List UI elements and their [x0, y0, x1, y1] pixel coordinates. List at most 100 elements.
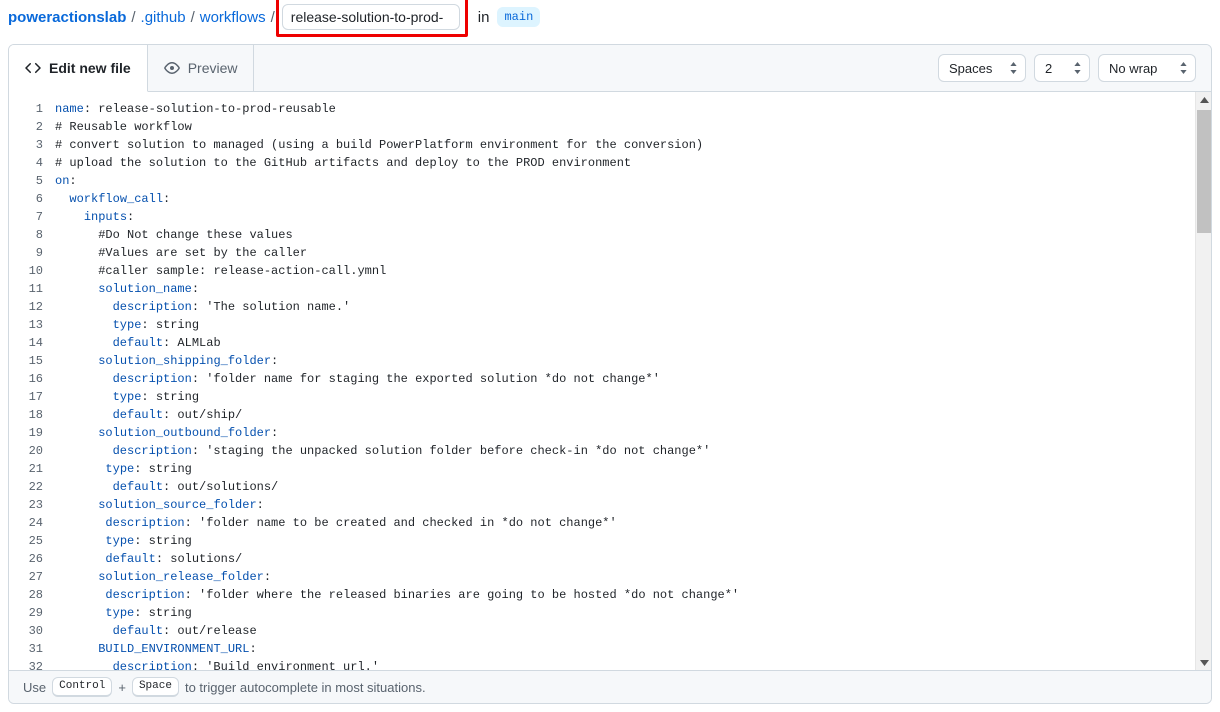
- line-content[interactable]: workflow_call:: [55, 190, 1195, 208]
- line-content[interactable]: type: string: [55, 316, 1195, 334]
- line-content[interactable]: type: string: [55, 532, 1195, 550]
- line-number: 1: [9, 100, 55, 118]
- line-number: 28: [9, 586, 55, 604]
- line-content[interactable]: BUILD_ENVIRONMENT_URL:: [55, 640, 1195, 658]
- line-content[interactable]: #caller sample: release-action-call.ymnl: [55, 262, 1195, 280]
- indent-mode-select[interactable]: Spaces: [938, 54, 1026, 82]
- line-number: 26: [9, 550, 55, 568]
- line-content[interactable]: default: ALMLab: [55, 334, 1195, 352]
- code-token-pln: [55, 318, 113, 332]
- code-token-pln: [55, 534, 105, 548]
- code-line: 13 type: string: [9, 316, 1195, 334]
- line-content[interactable]: name: release-solution-to-prod-reusable: [55, 100, 1195, 118]
- line-number: 19: [9, 424, 55, 442]
- code-token-pln: [55, 498, 98, 512]
- breadcrumb-dir-workflows[interactable]: workflows: [200, 9, 266, 26]
- line-content[interactable]: # convert solution to managed (using a b…: [55, 136, 1195, 154]
- line-content[interactable]: type: string: [55, 460, 1195, 478]
- code-token-key: description: [105, 588, 184, 602]
- line-content[interactable]: inputs:: [55, 208, 1195, 226]
- code-line: 5on:: [9, 172, 1195, 190]
- line-content[interactable]: on:: [55, 172, 1195, 190]
- code-line: 19 solution_outbound_folder:: [9, 424, 1195, 442]
- line-content[interactable]: description: 'folder name to be created …: [55, 514, 1195, 532]
- tab-edit-new-file-label: Edit new file: [49, 60, 131, 76]
- code-token-pln: :: [264, 570, 271, 584]
- line-content[interactable]: solution_shipping_folder:: [55, 352, 1195, 370]
- code-line: 3# convert solution to managed (using a …: [9, 136, 1195, 154]
- vertical-scrollbar[interactable]: [1195, 92, 1211, 670]
- line-number: 18: [9, 406, 55, 424]
- line-content[interactable]: solution_outbound_folder:: [55, 424, 1195, 442]
- line-content[interactable]: #Do Not change these values: [55, 226, 1195, 244]
- code-token-pln: [55, 354, 98, 368]
- line-number: 7: [9, 208, 55, 226]
- line-content[interactable]: default: solutions/: [55, 550, 1195, 568]
- code-token-pln: : 'Build environment url.': [192, 660, 379, 670]
- line-content[interactable]: solution_source_folder:: [55, 496, 1195, 514]
- code-token-pln: [55, 408, 113, 422]
- line-content[interactable]: description: 'Build environment url.': [55, 658, 1195, 670]
- scroll-up-arrow-icon[interactable]: [1196, 92, 1211, 108]
- line-content[interactable]: solution_name:: [55, 280, 1195, 298]
- code-token-pln: [55, 282, 98, 296]
- line-number: 25: [9, 532, 55, 550]
- breadcrumb-dir-github[interactable]: .github: [141, 9, 186, 26]
- code-token-pln: :: [257, 498, 264, 512]
- code-lines-container[interactable]: 1name: release-solution-to-prod-reusable…: [9, 92, 1195, 670]
- code-token-key: description: [113, 300, 192, 314]
- code-token-pln: [55, 552, 105, 566]
- code-token-pln: [55, 570, 98, 584]
- code-line: 27 solution_release_folder:: [9, 568, 1195, 586]
- line-content[interactable]: # Reusable workflow: [55, 118, 1195, 136]
- code-line: 4# upload the solution to the GitHub art…: [9, 154, 1195, 172]
- line-content[interactable]: #Values are set by the caller: [55, 244, 1195, 262]
- line-content[interactable]: description: 'folder name for staging th…: [55, 370, 1195, 388]
- code-token-pln: : string: [141, 318, 199, 332]
- code-token-key: description: [113, 660, 192, 670]
- scroll-down-arrow-icon[interactable]: [1196, 654, 1211, 670]
- line-content[interactable]: description: 'The solution name.': [55, 298, 1195, 316]
- line-content[interactable]: description: 'folder where the released …: [55, 586, 1195, 604]
- line-content[interactable]: # upload the solution to the GitHub arti…: [55, 154, 1195, 172]
- code-token-key: type: [105, 462, 134, 476]
- breadcrumb-owner[interactable]: poweractionslab: [8, 9, 126, 26]
- line-content[interactable]: default: out/solutions/: [55, 478, 1195, 496]
- line-number: 4: [9, 154, 55, 172]
- tab-preview[interactable]: Preview: [148, 45, 255, 91]
- line-content[interactable]: type: string: [55, 388, 1195, 406]
- code-token-key: type: [113, 390, 142, 404]
- line-number: 22: [9, 478, 55, 496]
- code-token-pln: : out/release: [163, 624, 257, 638]
- indent-size-select[interactable]: 2: [1034, 54, 1090, 82]
- code-token-com: #Values are set by the caller: [98, 246, 307, 260]
- code-line: 29 type: string: [9, 604, 1195, 622]
- code-token-pln: [55, 390, 113, 404]
- code-token-com: # convert solution to managed (using a b…: [55, 138, 703, 152]
- wrap-mode-select[interactable]: No wrap: [1098, 54, 1196, 82]
- chevron-updown-icon: [1179, 61, 1188, 75]
- code-line: 30 default: out/release: [9, 622, 1195, 640]
- tab-preview-label: Preview: [188, 60, 238, 76]
- line-content[interactable]: type: string: [55, 604, 1195, 622]
- indent-mode-value: Spaces: [949, 61, 992, 76]
- scrollbar-thumb[interactable]: [1197, 110, 1211, 233]
- code-token-pln: [55, 588, 105, 602]
- code-line: 1name: release-solution-to-prod-reusable: [9, 100, 1195, 118]
- in-label: in: [478, 9, 490, 26]
- line-content[interactable]: description: 'staging the unpacked solut…: [55, 442, 1195, 460]
- line-content[interactable]: solution_release_folder:: [55, 568, 1195, 586]
- tab-edit-new-file[interactable]: Edit new file: [9, 45, 148, 92]
- line-number: 2: [9, 118, 55, 136]
- code-token-com: #caller sample: release-action-call.ymnl: [98, 264, 386, 278]
- line-content[interactable]: default: out/release: [55, 622, 1195, 640]
- filename-input[interactable]: [282, 4, 460, 30]
- code-line: 10 #caller sample: release-action-call.y…: [9, 262, 1195, 280]
- kbd-space: Space: [132, 677, 179, 696]
- code-token-pln: :: [192, 282, 199, 296]
- code-editor-area[interactable]: 1name: release-solution-to-prod-reusable…: [9, 92, 1211, 670]
- code-token-key: type: [105, 534, 134, 548]
- code-token-pln: : string: [134, 606, 192, 620]
- line-content[interactable]: default: out/ship/: [55, 406, 1195, 424]
- code-token-pln: [55, 516, 105, 530]
